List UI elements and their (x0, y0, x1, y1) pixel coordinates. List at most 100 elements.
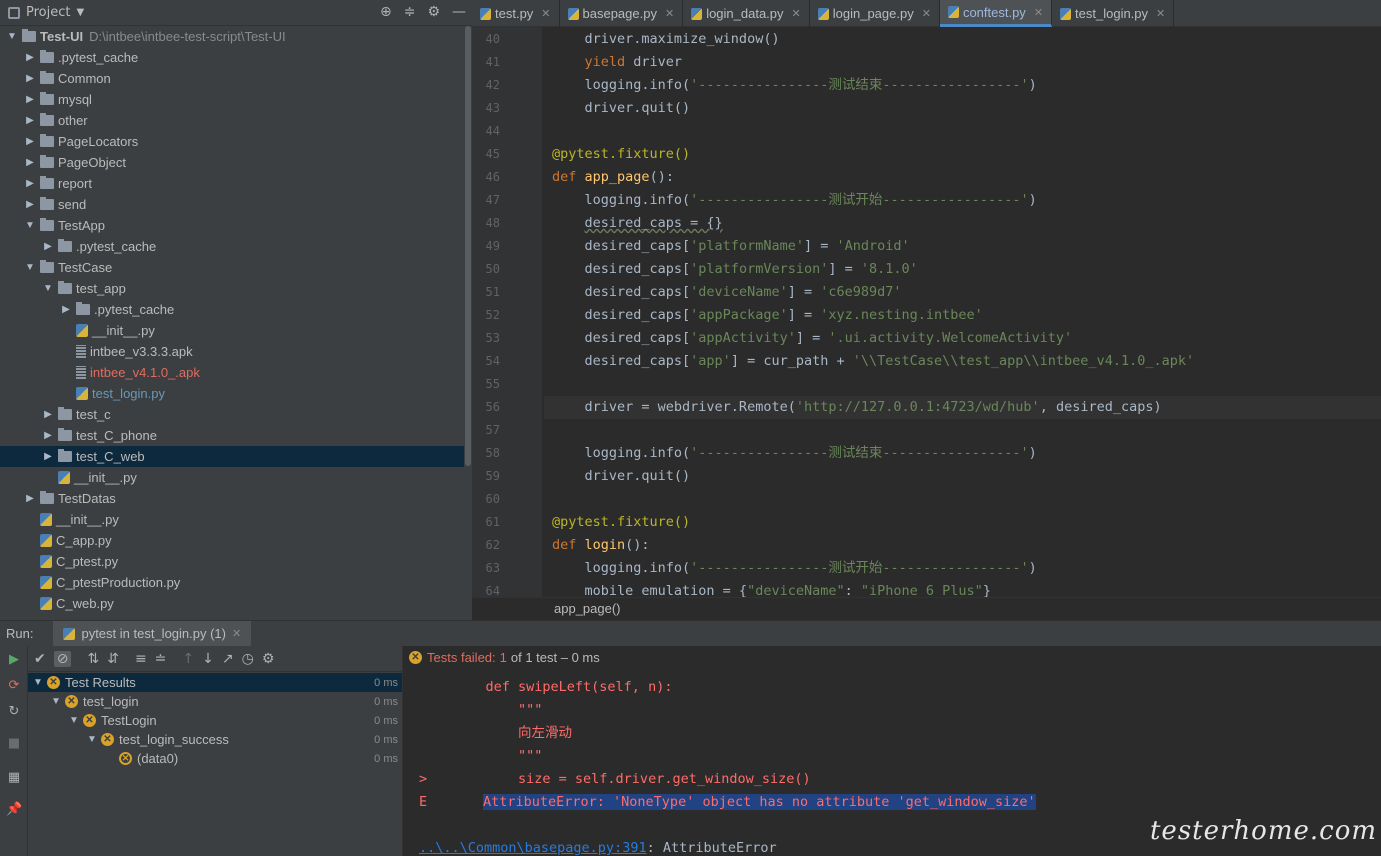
chevron-right-icon[interactable]: ▶ (24, 493, 36, 504)
tree-item[interactable]: ▼ Test-UI D:\intbee\intbee-test-script\Tes… (0, 26, 464, 47)
test-result-row[interactable]: ▼ ✕ test_login 0 ms (28, 692, 402, 711)
code-line[interactable]: desired_caps['appActivity'] = '.ui.activ… (552, 327, 1073, 350)
tree-item[interactable]: ▶ .pytest_cache (0, 47, 464, 68)
hide-icon[interactable]: — (452, 4, 466, 20)
tree-item[interactable]: __init__.py (0, 467, 464, 488)
code-line[interactable]: desired_caps = {} (552, 212, 723, 235)
close-icon[interactable]: ✕ (232, 627, 241, 640)
tab-basepage-py[interactable]: basepage.py ✕ (560, 0, 684, 27)
chevron-right-icon[interactable]: ▶ (42, 430, 54, 441)
code-line[interactable]: @pytest.fixture() (552, 511, 690, 534)
test-result-row[interactable]: ▼ ✕ test_login_success 0 ms (28, 730, 402, 749)
tree-item[interactable]: ▶ Common (0, 68, 464, 89)
close-icon[interactable]: ✕ (1156, 7, 1165, 20)
rerun-failed-icon[interactable]: ⟳ (6, 678, 22, 694)
code-line[interactable]: desired_caps['app'] = cur_path + '\\Test… (552, 350, 1195, 373)
chevron-down-icon[interactable]: ▼ (32, 677, 44, 688)
sort-alpha-icon[interactable]: ⇅ (87, 651, 99, 667)
code-line[interactable]: desired_caps['deviceName'] = 'c6e989d7' (552, 281, 902, 304)
locate-icon[interactable]: ⊕ (380, 4, 392, 20)
chevron-down-icon[interactable]: ▼ (24, 262, 36, 273)
tree-item[interactable]: C_ptestProduction.py (0, 572, 464, 593)
chevron-right-icon[interactable]: ▶ (42, 241, 54, 252)
tree-item[interactable]: C_ptest.py (0, 551, 464, 572)
close-icon[interactable]: ✕ (922, 7, 931, 20)
tree-item[interactable]: ▶ test_C_phone (0, 425, 464, 446)
gear-icon[interactable]: ⚙ (427, 4, 440, 20)
history-icon[interactable]: ◷ (242, 651, 254, 667)
chevron-right-icon[interactable]: ▶ (24, 94, 36, 105)
pin-icon[interactable]: 📌 (6, 802, 22, 818)
tree-item[interactable]: ▼ TestCase (0, 257, 464, 278)
test-result-row[interactable]: ▼ ✕ Test Results 0 ms (28, 673, 402, 692)
tree-item[interactable]: test_login.py (0, 383, 464, 404)
chevron-right-icon[interactable]: ▶ (24, 136, 36, 147)
run-tab[interactable]: pytest in test_login.py (1) ✕ (53, 620, 252, 647)
close-icon[interactable]: ✕ (1034, 6, 1043, 19)
tree-item[interactable]: ▶ .pytest_cache (0, 299, 464, 320)
tree-item[interactable]: ▶ send (0, 194, 464, 215)
code-line[interactable]: driver = webdriver.Remote('http://127.0.… (552, 396, 1162, 419)
close-icon[interactable]: ✕ (541, 7, 550, 20)
code-line[interactable]: driver.quit() (552, 465, 691, 488)
tab-test-login-py[interactable]: test_login.py ✕ (1052, 0, 1175, 27)
tab-login-data-py[interactable]: login_data.py ✕ (683, 0, 810, 27)
settings-icon[interactable]: ⚙ (262, 651, 275, 667)
tree-item[interactable]: ▶ test_c (0, 404, 464, 425)
chevron-right-icon[interactable]: ▶ (60, 304, 72, 315)
tab-login-page-py[interactable]: login_page.py ✕ (810, 0, 940, 27)
show-passed-icon[interactable]: ✔ (34, 651, 46, 667)
tree-item[interactable]: ▶ PageObject (0, 152, 464, 173)
toggle-auto-test-icon[interactable]: ↻ (6, 704, 22, 720)
tree-item[interactable]: ▼ TestApp (0, 215, 464, 236)
tree-item[interactable]: ▶ TestDatas (0, 488, 464, 509)
tab-test-py[interactable]: test.py ✕ (472, 0, 560, 27)
tab-conftest-py[interactable]: conftest.py ✕ (939, 0, 1053, 27)
code-line[interactable]: mobile_emulation = {"deviceName": "iPhon… (552, 580, 991, 597)
expand-all-icon[interactable]: ≡ (135, 651, 147, 667)
tree-item[interactable]: ▶ report (0, 173, 464, 194)
tree-item[interactable]: ▶ mysql (0, 89, 464, 110)
layout-icon[interactable]: ▦ (6, 770, 22, 786)
tree-item[interactable]: C_web.py (0, 593, 464, 614)
code-line[interactable]: logging.info('----------------测试开始------… (552, 557, 1037, 580)
chevron-down-icon[interactable]: ▼ (68, 715, 80, 726)
tree-item[interactable]: intbee_v3.3.3.apk (0, 341, 464, 362)
chevron-down-icon[interactable]: ▼ (24, 220, 36, 231)
stop-icon[interactable]: ■ (6, 736, 22, 752)
code-line[interactable]: yield driver (552, 51, 683, 74)
tree-item[interactable]: intbee_v4.1.0_.apk (0, 362, 464, 383)
chevron-right-icon[interactable]: ▶ (24, 73, 36, 84)
chevron-right-icon[interactable]: ▶ (24, 199, 36, 210)
breadcrumb[interactable]: app_page() (472, 597, 1381, 619)
code-line[interactable]: logging.info('----------------测试开始------… (552, 189, 1037, 212)
project-scrollbar[interactable] (464, 26, 472, 620)
chevron-right-icon[interactable]: ▶ (24, 157, 36, 168)
code-line[interactable]: @pytest.fixture() (552, 143, 690, 166)
test-result-row[interactable]: ✕ (data0) 0 ms (28, 749, 402, 768)
tree-item[interactable]: ▶ .pytest_cache (0, 236, 464, 257)
rerun-icon[interactable]: ▶ (6, 652, 22, 668)
chevron-right-icon[interactable]: ▶ (42, 409, 54, 420)
tree-item[interactable]: __init__.py (0, 320, 464, 341)
chevron-down-icon[interactable]: ▼ (42, 283, 54, 294)
tree-item[interactable]: C_app.py (0, 530, 464, 551)
code-line[interactable]: logging.info('----------------测试结束------… (552, 74, 1037, 97)
chevron-down-icon[interactable]: ▼ (86, 734, 98, 745)
tree-item[interactable]: ▼ test_app (0, 278, 464, 299)
tree-item[interactable]: __init__.py (0, 509, 464, 530)
collapse-icon[interactable]: ≑ (404, 4, 416, 20)
chevron-right-icon[interactable]: ▶ (24, 178, 36, 189)
prev-failed-icon[interactable]: ↑ (182, 651, 194, 667)
file-link[interactable]: ..\..\Common\basepage.py:391 (419, 840, 647, 856)
code-editor[interactable]: 40 41 42 43 44 45 46 47 48 49 50 51 52 53 54 55 56 57 58 59… (472, 27, 1381, 597)
code-line[interactable]: desired_caps['platformName'] = 'Android' (552, 235, 910, 258)
export-icon[interactable]: ↗ (222, 651, 234, 667)
close-icon[interactable]: ✕ (792, 7, 801, 20)
chevron-right-icon[interactable]: ▶ (42, 451, 54, 462)
code-line[interactable]: def login(): (552, 534, 650, 557)
show-ignored-icon[interactable]: ⊘ (53, 650, 72, 667)
chevron-right-icon[interactable]: ▶ (24, 115, 36, 126)
code-line[interactable]: driver.quit() (552, 97, 691, 120)
code-line[interactable]: logging.info('----------------测试结束------… (552, 442, 1037, 465)
